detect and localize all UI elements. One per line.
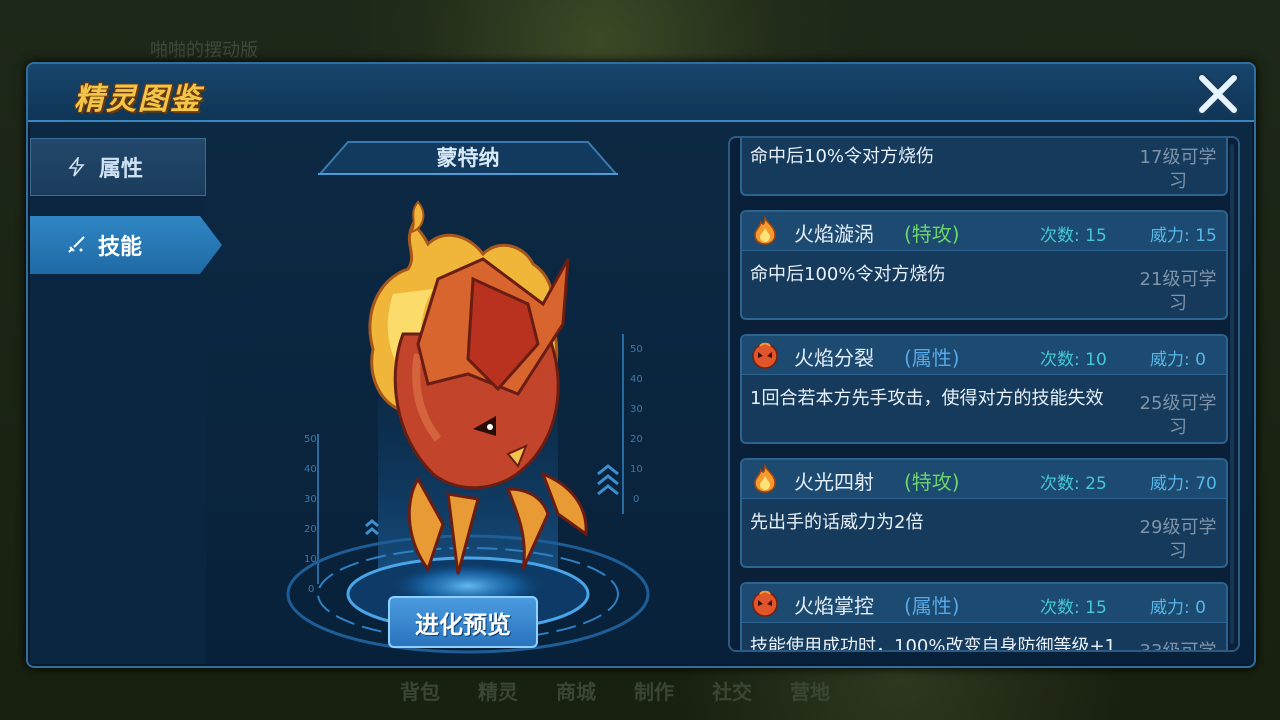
- close-button[interactable]: [1196, 72, 1240, 116]
- skill-learn-level: 25级可学习: [1139, 393, 1217, 438]
- fire-orb-icon: [752, 342, 778, 369]
- skill-card[interactable]: 火焰掌控 (属性) 次数: 15 威力: 0 技能使用成功时，100%改变自身防…: [740, 582, 1228, 652]
- tab-attributes[interactable]: 属性: [30, 138, 206, 196]
- pet-name: 蒙特纳: [436, 146, 500, 170]
- skill-learn-level: 29级可学习: [1139, 517, 1217, 562]
- skill-pp: 次数: 10: [1040, 350, 1107, 370]
- skill-category: (属性): [904, 346, 960, 370]
- skill-pp: 次数: 15: [1040, 598, 1107, 618]
- panel-title: 精灵图鉴: [74, 82, 202, 117]
- nav-social: 社交: [712, 680, 752, 704]
- skill-power: 威力: 0: [1150, 350, 1206, 370]
- svg-text:50: 50: [304, 434, 317, 445]
- pet-stage: 50 40 30 20 10 0 50 40 30 20 10 0: [268, 184, 668, 654]
- nav-bag: 背包: [400, 680, 440, 704]
- svg-text:40: 40: [304, 464, 317, 475]
- tab-skills[interactable]: 技能: [30, 216, 222, 274]
- skill-power: 威力: 70: [1150, 474, 1217, 494]
- skill-description: 技能使用成功时，100%改变自身防御等级+1: [750, 636, 1116, 652]
- nav-craft: 制作: [634, 680, 674, 704]
- skill-name: 火焰漩涡: [794, 222, 874, 246]
- right-gauge: 50 40 30 20 10 0: [630, 344, 643, 505]
- skill-name: 火光四射: [794, 470, 874, 494]
- skill-description: 1回合若本方先手攻击，使得对方的技能失效: [750, 388, 1104, 409]
- skill-learn-level: 21级可学习: [1139, 269, 1217, 314]
- svg-text:40: 40: [630, 374, 643, 385]
- skill-card-header: 火焰掌控 (属性) 次数: 15 威力: 0: [742, 584, 1226, 623]
- skill-category: (属性): [904, 594, 960, 618]
- nav-camp: 营地: [790, 680, 830, 704]
- skill-description: 命中后100%令对方烧伤: [750, 264, 946, 285]
- svg-text:30: 30: [304, 494, 317, 505]
- skill-card-header: 火焰漩涡 (特攻) 次数: 15 威力: 15: [742, 212, 1226, 251]
- background-text: 啪啪的摆动版: [150, 40, 258, 61]
- lightning-icon: [68, 157, 85, 177]
- tab-skills-label: 技能: [98, 235, 143, 260]
- skill-list-scrollbar[interactable]: [1230, 144, 1234, 644]
- pet-name-plate: 蒙特纳: [318, 140, 618, 176]
- skill-power: 威力: 0: [1150, 598, 1206, 618]
- svg-text:30: 30: [630, 404, 643, 415]
- tab-bar: 属性 技能: [30, 138, 222, 664]
- nav-pets: 精灵: [478, 680, 518, 704]
- skill-card-header: 火光四射 (特攻) 次数: 25 威力: 70: [742, 460, 1226, 499]
- skill-card[interactable]: 火焰分裂 (属性) 次数: 10 威力: 0 1回合若本方先手攻击，使得对方的技…: [740, 334, 1228, 444]
- skill-category: (特攻): [904, 222, 960, 246]
- pokedex-panel: 精灵图鉴 属性 技能 蒙特纳 50 40 30 20 10 0 50 40 30…: [26, 62, 1256, 668]
- panel-header: 精灵图鉴: [28, 64, 1254, 122]
- skill-name: 火焰掌控: [794, 594, 874, 618]
- skill-name: 火焰分裂: [794, 346, 874, 370]
- svg-text:20: 20: [304, 524, 317, 535]
- pet-illustration: 50 40 30 20 10 0 50 40 30 20 10 0: [286, 200, 650, 654]
- skill-description: 命中后10%令对方烧伤: [750, 146, 935, 167]
- skill-card[interactable]: 火焰漩涡 (特攻) 次数: 15 威力: 15 命中后100%令对方烧伤 21级…: [740, 210, 1228, 320]
- skill-pp: 次数: 25: [1040, 474, 1107, 494]
- svg-text:0: 0: [633, 494, 639, 505]
- svg-text:0: 0: [308, 584, 314, 595]
- skill-learn-level: 33级可学习: [1139, 641, 1217, 652]
- skill-card: 命中后10%令对方烧伤 17级可学习: [740, 138, 1228, 196]
- svg-text:20: 20: [630, 434, 643, 445]
- skill-list[interactable]: 命中后10%令对方烧伤 17级可学习 火焰漩涡 (特攻) 次数: 15 威力: …: [728, 136, 1240, 652]
- skill-category: (特攻): [904, 470, 960, 494]
- svg-text:50: 50: [630, 344, 643, 355]
- left-gauge: 504030 20100: [304, 434, 317, 595]
- skill-learn-level: 17级可学习: [1139, 147, 1217, 192]
- skill-pp: 次数: 15: [1040, 226, 1107, 246]
- svg-text:10: 10: [630, 464, 643, 475]
- fire-orb-icon: [752, 590, 778, 617]
- skill-description: 先出手的话威力为2倍: [750, 512, 924, 533]
- skill-power: 威力: 15: [1150, 226, 1217, 246]
- close-icon: [1196, 72, 1240, 116]
- fire-icon: [754, 464, 776, 493]
- nav-shop: 商城: [556, 680, 596, 704]
- bottom-nav: 背包 精灵 商城 制作 社交 营地: [380, 676, 1000, 716]
- skill-card[interactable]: 火光四射 (特攻) 次数: 25 威力: 70 先出手的话威力为2倍 29级可学…: [740, 458, 1228, 568]
- evolution-preview-button[interactable]: 进化预览: [388, 596, 538, 648]
- fire-icon: [754, 216, 776, 245]
- skill-card-header: 火焰分裂 (属性) 次数: 10 威力: 0: [742, 336, 1226, 375]
- sword-icon: [68, 236, 85, 253]
- tab-attributes-label: 属性: [99, 157, 144, 182]
